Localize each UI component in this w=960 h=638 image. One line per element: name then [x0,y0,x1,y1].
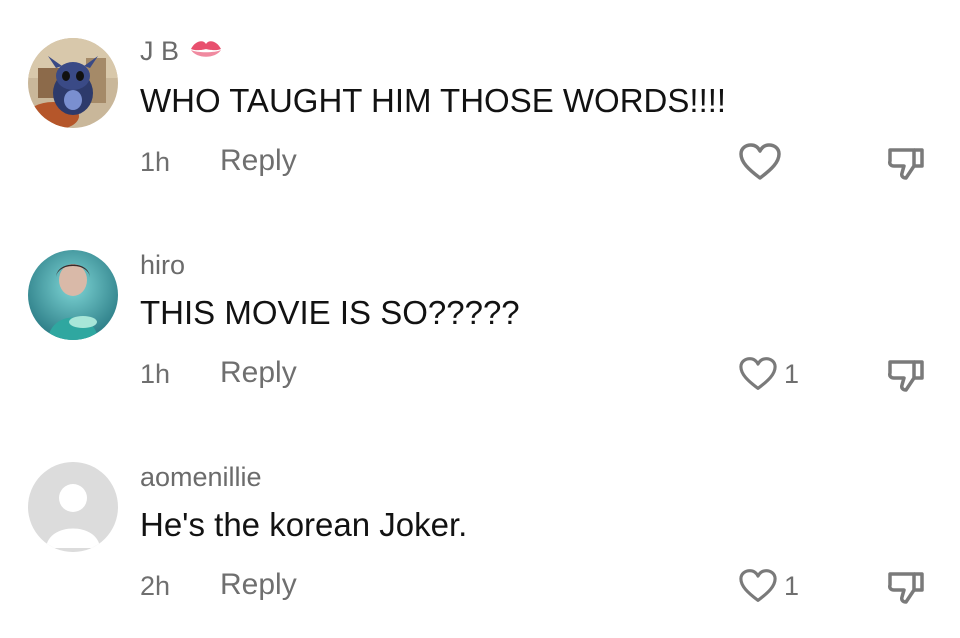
dislike-button[interactable] [886,144,926,189]
avatar[interactable] [28,250,118,340]
heart-icon [739,143,781,180]
photo-avatar-icon [28,250,118,340]
kiss-mark-icon [189,39,223,66]
thumbs-down-icon [888,572,924,604]
comment-item: J B WHO TAUGHT HIM THOSE WORDS!!!! 1h Re… [0,0,960,212]
avatar[interactable] [28,38,118,128]
comment-time: 1h [140,359,171,389]
heart-icon [739,569,777,602]
cartoon-character-avatar-icon [28,38,118,128]
thumbs-down-icon [888,360,924,392]
reply-button[interactable]: Reply [220,358,297,388]
username-text: J B [140,36,180,66]
like-count: 1 [784,358,800,389]
comment-text: THIS MOVIE IS SO????? [140,294,520,331]
dislike-button[interactable] [886,356,926,401]
reply-button[interactable]: Reply [220,570,297,600]
like-button[interactable]: 1 [738,568,799,604]
avatar[interactable] [28,462,118,552]
like-count: 1 [784,570,800,601]
comment-item: hiro THIS MOVIE IS SO????? 1h Reply 1 [0,212,960,424]
like-button[interactable] [738,142,788,182]
comment-text: WHO TAUGHT HIM THOSE WORDS!!!! [140,82,727,119]
reply-button[interactable]: Reply [220,146,297,176]
like-button[interactable]: 1 [738,356,799,392]
comment-time: 1h [140,147,171,177]
default-avatar-icon [28,462,118,552]
heart-icon [739,357,777,390]
username[interactable]: J B [140,38,223,66]
comment-text: He's the korean Joker. [140,506,468,543]
comment-item: aomenillie He's the korean Joker. 2h Rep… [0,424,960,636]
thumbs-down-icon [888,148,924,180]
dislike-button[interactable] [886,568,926,613]
comment-time: 2h [140,571,171,601]
username[interactable]: aomenillie [140,464,262,491]
username[interactable]: hiro [140,252,185,279]
